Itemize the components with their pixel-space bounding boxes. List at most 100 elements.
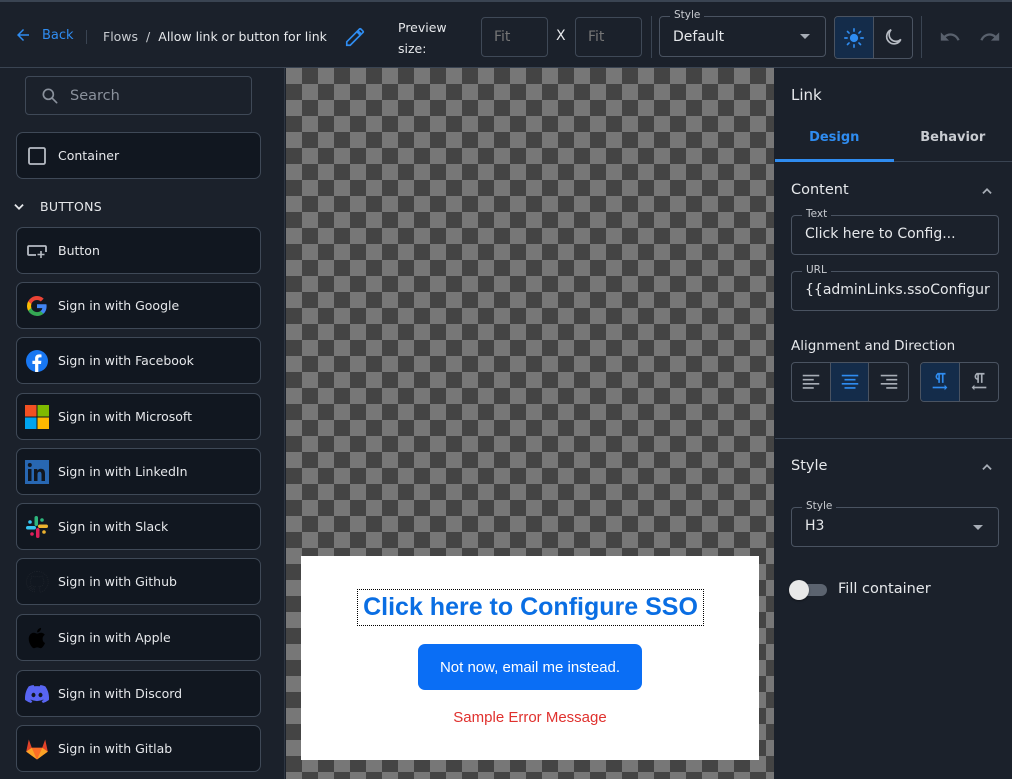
text-style-legend: Style (802, 500, 837, 512)
component-label: Sign in with LinkedIn (58, 464, 188, 479)
panel-tabs: Design Behavior (775, 120, 1012, 162)
component-slack[interactable]: Sign in with Slack (16, 503, 261, 550)
component-label: Sign in with Microsoft (58, 409, 192, 424)
preview-size-label: Preview size: (398, 20, 447, 56)
breadcrumb-separator: / (146, 29, 151, 44)
direction-ltr-button[interactable] (921, 363, 960, 401)
email-instead-button[interactable]: Not now, email me instead. (418, 644, 642, 690)
fill-container-label: Fill container (838, 581, 931, 597)
component-google[interactable]: Sign in with Google (16, 282, 261, 329)
search-box (25, 76, 252, 115)
text-ltr-icon (932, 372, 948, 391)
component-gitlab[interactable]: Sign in with Gitlab (16, 725, 261, 772)
top-bar: Back Flows / Allow link or button for li… (0, 0, 1012, 68)
align-center-icon (841, 374, 858, 389)
url-field: URL (791, 264, 999, 311)
component-microsoft[interactable]: Sign in with Microsoft (16, 393, 261, 440)
text-input[interactable] (805, 226, 990, 242)
breadcrumb-current: Allow link or button for link (158, 29, 327, 44)
flow-editor: Back Flows / Allow link or button for li… (0, 0, 1012, 779)
toggle-thumb (789, 580, 809, 600)
direction-rtl-button[interactable] (960, 363, 999, 401)
tab-design[interactable]: Design (775, 120, 894, 162)
align-left-button[interactable] (792, 363, 831, 401)
style-select-value: Default (673, 29, 725, 45)
theme-toggle (834, 16, 913, 59)
facebook-icon (25, 349, 49, 373)
component-linkedin[interactable]: Sign in with LinkedIn (16, 448, 261, 495)
chevron-down-icon (14, 203, 24, 210)
caret-down-icon (973, 525, 983, 530)
align-center-button[interactable] (830, 363, 870, 401)
style-select-legend: Style (670, 9, 705, 21)
chevron-up-icon[interactable] (980, 184, 994, 198)
section-label: BUTTONS (40, 199, 102, 214)
github-icon (25, 570, 49, 594)
component-label: Sign in with Discord (58, 686, 183, 701)
component-button[interactable]: Button (16, 227, 261, 274)
component-label: Container (58, 148, 120, 163)
breadcrumb-flows[interactable]: Flows (103, 29, 138, 44)
content-section-title: Content (791, 182, 849, 198)
search-icon (42, 88, 58, 103)
container-icon (25, 144, 49, 168)
back-label: Back (42, 27, 74, 43)
buttons-section-toggle[interactable]: BUTTONS (12, 199, 102, 214)
component-label: Sign in with Facebook (58, 353, 194, 368)
component-label: Sign in with Slack (58, 519, 169, 534)
divider (86, 30, 87, 44)
component-discord[interactable]: Sign in with Discord (16, 670, 261, 717)
redo-icon[interactable] (978, 26, 1002, 48)
component-facebook[interactable]: Sign in with Facebook (16, 337, 261, 384)
preview-height-input[interactable] (575, 17, 642, 57)
configure-sso-link[interactable]: Click here to Configure SSO (357, 589, 704, 626)
style-section-title: Style (791, 458, 828, 474)
style-select[interactable]: Style Default (659, 9, 826, 57)
dark-theme-button[interactable] (874, 17, 912, 58)
component-label: Button (58, 243, 100, 258)
discord-icon (25, 682, 49, 706)
align-right-icon (880, 374, 897, 389)
sun-icon (844, 27, 864, 48)
alignment-label: Alignment and Direction (791, 338, 956, 354)
component-github[interactable]: Sign in with Github (16, 558, 261, 605)
align-left-icon (802, 374, 820, 389)
tab-behavior[interactable]: Behavior (894, 120, 1012, 161)
alignment-group (791, 362, 909, 402)
slack-icon (25, 515, 49, 539)
error-message: Sample Error Message (453, 709, 607, 726)
component-label: Sign in with Github (58, 574, 177, 589)
back-button[interactable]: Back (14, 26, 74, 44)
url-input[interactable] (805, 282, 990, 298)
text-rtl-icon (971, 372, 987, 391)
section-divider (775, 438, 1012, 439)
chevron-up-icon[interactable] (980, 460, 994, 474)
component-label: Sign in with Gitlab (58, 741, 173, 756)
size-separator: X (556, 28, 566, 44)
url-field-legend: URL (802, 264, 831, 276)
preview-width-input[interactable] (481, 17, 548, 57)
gitlab-icon (25, 737, 49, 761)
light-theme-button[interactable] (835, 17, 874, 58)
breadcrumb: Flows / Allow link or button for link (103, 29, 327, 44)
component-label: Sign in with Apple (58, 630, 171, 645)
undo-icon[interactable] (938, 26, 962, 48)
component-apple[interactable]: Sign in with Apple (16, 614, 261, 661)
google-icon (25, 294, 49, 318)
preview-canvas[interactable]: Click here to Configure SSO Not now, ema… (286, 68, 774, 779)
properties-panel: Link Design Behavior Content Text URL Al… (775, 68, 1012, 779)
linkedin-icon (25, 459, 49, 484)
panel-title: Link (791, 86, 822, 104)
fill-container-toggle[interactable] (789, 580, 827, 600)
text-style-select[interactable]: Style H3 (791, 500, 999, 547)
microsoft-icon (25, 404, 49, 429)
divider (651, 16, 652, 58)
preview-container[interactable]: Click here to Configure SSO Not now, ema… (301, 556, 759, 760)
arrow-left-icon (17, 29, 29, 41)
pencil-icon[interactable] (344, 26, 366, 48)
apple-icon (25, 626, 49, 650)
search-input[interactable] (70, 87, 230, 104)
component-container[interactable]: Container (16, 132, 261, 179)
direction-group (920, 362, 999, 402)
align-right-button[interactable] (869, 363, 908, 401)
